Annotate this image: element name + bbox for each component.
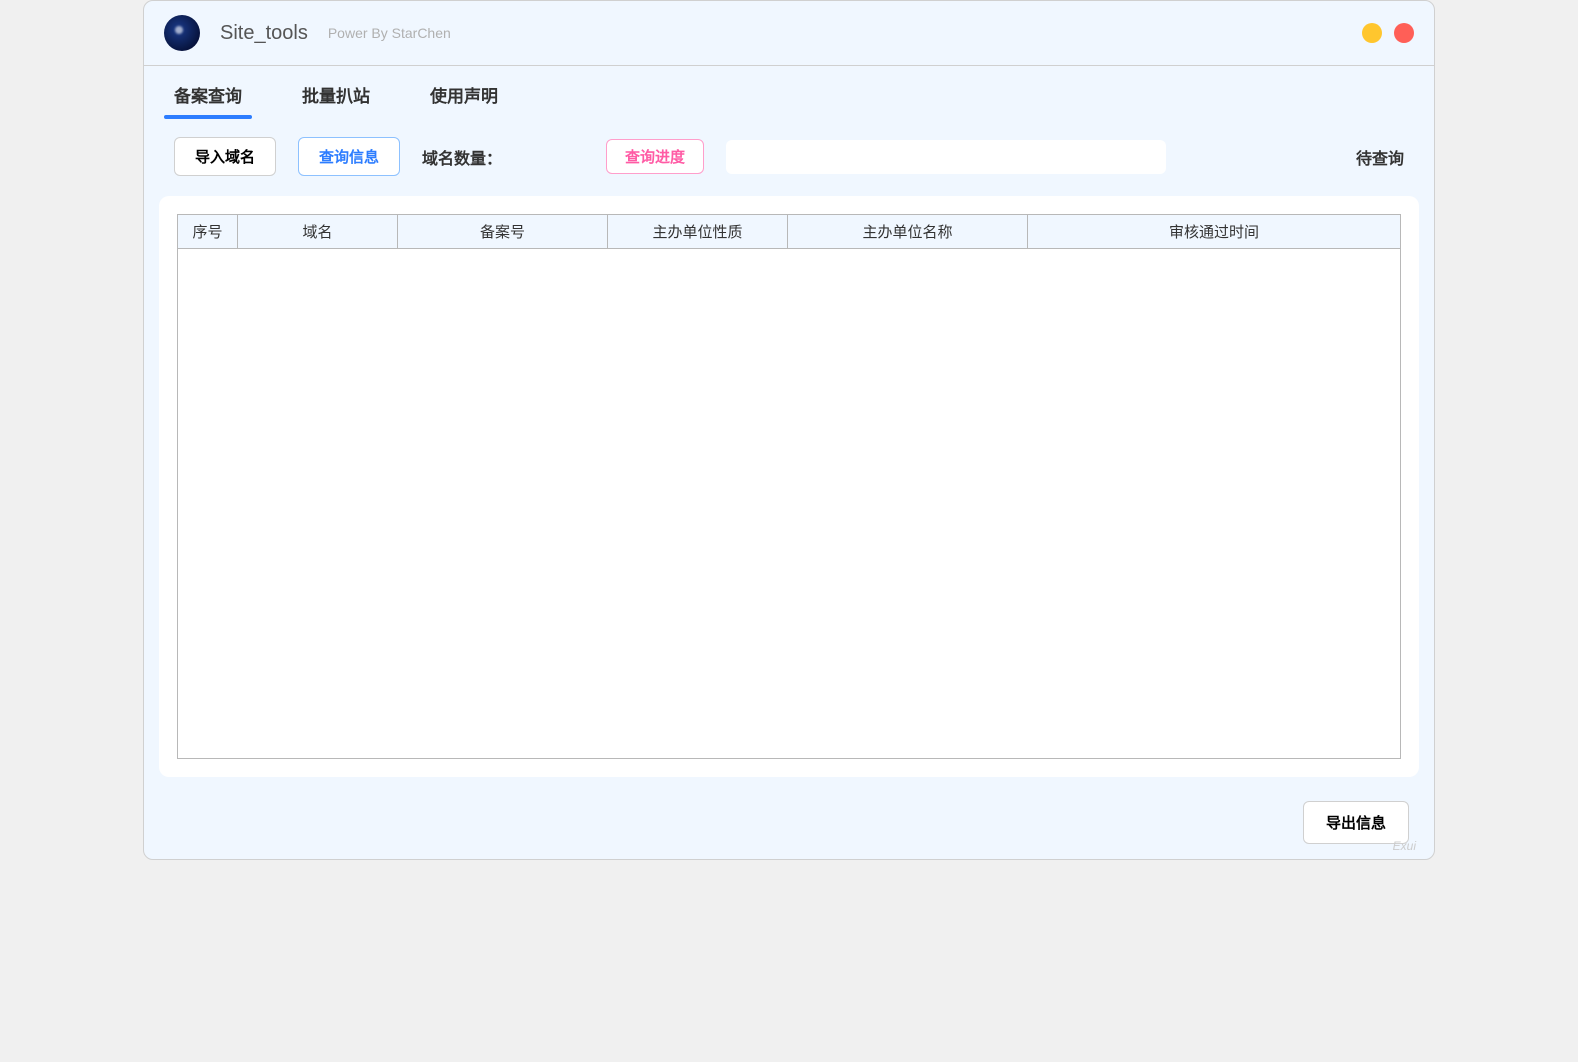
app-window: Site_tools Power By StarChen 备案查询 批量扒站 使… <box>143 0 1435 860</box>
titlebar: Site_tools Power By StarChen <box>144 1 1434 66</box>
col-header-approval-time[interactable]: 审核通过时间 <box>1028 215 1401 249</box>
col-header-domain[interactable]: 域名 <box>238 215 398 249</box>
toolbar: 导入域名 查询信息 域名数量： 查询进度 待查询 <box>144 119 1434 186</box>
status-text: 待查询 <box>1356 145 1404 169</box>
app-logo-icon <box>164 15 200 51</box>
query-info-button[interactable]: 查询信息 <box>298 137 400 176</box>
progress-bar <box>726 140 1166 174</box>
import-domain-button[interactable]: 导入域名 <box>174 137 276 176</box>
col-header-organizer-nature[interactable]: 主办单位性质 <box>608 215 788 249</box>
app-title: Site_tools <box>220 22 308 45</box>
col-header-sequence[interactable]: 序号 <box>178 215 238 249</box>
col-header-organizer-name[interactable]: 主办单位名称 <box>788 215 1028 249</box>
tab-record-query[interactable]: 备案查询 <box>164 76 252 119</box>
domain-count-label: 域名数量： <box>422 145 502 169</box>
table-header-row: 序号 域名 备案号 主办单位性质 主办单位名称 审核通过时间 <box>178 215 1401 249</box>
content-panel: 序号 域名 备案号 主办单位性质 主办单位名称 审核通过时间 <box>159 196 1419 777</box>
bottom-bar: 导出信息 <box>1303 801 1409 844</box>
tab-batch-crawl[interactable]: 批量扒站 <box>292 76 380 119</box>
results-table: 序号 域名 备案号 主办单位性质 主办单位名称 审核通过时间 <box>177 214 1401 249</box>
window-controls <box>1362 23 1414 43</box>
table-body-empty <box>177 249 1401 759</box>
close-button[interactable] <box>1394 23 1414 43</box>
export-info-button[interactable]: 导出信息 <box>1303 801 1409 844</box>
tab-bar: 备案查询 批量扒站 使用声明 <box>144 66 1434 119</box>
watermark: Exui <box>1393 839 1416 853</box>
col-header-record-number[interactable]: 备案号 <box>398 215 608 249</box>
tab-usage-declaration[interactable]: 使用声明 <box>420 76 508 119</box>
minimize-button[interactable] <box>1362 23 1382 43</box>
query-progress-label: 查询进度 <box>606 139 704 174</box>
app-subtitle: Power By StarChen <box>328 25 451 41</box>
